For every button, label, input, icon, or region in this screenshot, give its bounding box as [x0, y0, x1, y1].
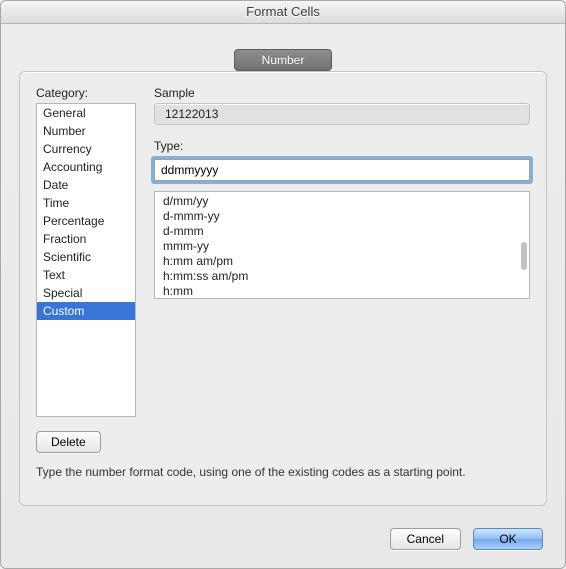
- tab-number[interactable]: Number: [234, 49, 332, 71]
- format-code-item[interactable]: mmm-yy: [155, 239, 529, 254]
- category-label: Category:: [36, 86, 136, 100]
- dialog-title: Format Cells: [1, 1, 565, 24]
- sample-value: 12122013: [154, 103, 530, 125]
- category-item[interactable]: Scientific: [37, 248, 135, 266]
- format-code-list[interactable]: d/mm/yyd-mmm-yyd-mmmmmm-yyh:mm am/pmh:mm…: [154, 191, 530, 299]
- type-label: Type:: [154, 139, 530, 153]
- format-code-item[interactable]: h:mm am/pm: [155, 254, 529, 269]
- category-list[interactable]: GeneralNumberCurrencyAccountingDateTimeP…: [36, 103, 136, 417]
- category-item[interactable]: Number: [37, 122, 135, 140]
- format-code-item[interactable]: h:mm:ss am/pm: [155, 269, 529, 284]
- hint-text: Type the number format code, using one o…: [36, 465, 530, 479]
- category-item[interactable]: Custom: [37, 302, 135, 320]
- sample-label: Sample: [154, 86, 530, 100]
- format-code-item[interactable]: d-mmm-yy: [155, 209, 529, 224]
- ok-button[interactable]: OK: [473, 528, 543, 550]
- category-item[interactable]: Fraction: [37, 230, 135, 248]
- number-panel: Category: GeneralNumberCurrencyAccountin…: [19, 71, 547, 506]
- category-item[interactable]: Text: [37, 266, 135, 284]
- category-item[interactable]: Date: [37, 176, 135, 194]
- category-item[interactable]: General: [37, 104, 135, 122]
- category-item[interactable]: Currency: [37, 140, 135, 158]
- category-item[interactable]: Time: [37, 194, 135, 212]
- category-item[interactable]: Percentage: [37, 212, 135, 230]
- category-item[interactable]: Accounting: [37, 158, 135, 176]
- format-cells-dialog: Format Cells Number Category: GeneralNum…: [0, 0, 566, 569]
- cancel-button[interactable]: Cancel: [390, 528, 461, 550]
- type-input[interactable]: [154, 159, 530, 181]
- format-code-item[interactable]: h:mm: [155, 284, 529, 299]
- format-code-item[interactable]: d/mm/yy: [155, 194, 529, 209]
- delete-button[interactable]: Delete: [36, 431, 101, 453]
- dialog-footer: Cancel OK: [390, 528, 543, 550]
- category-item[interactable]: Special: [37, 284, 135, 302]
- format-code-item[interactable]: d-mmm: [155, 224, 529, 239]
